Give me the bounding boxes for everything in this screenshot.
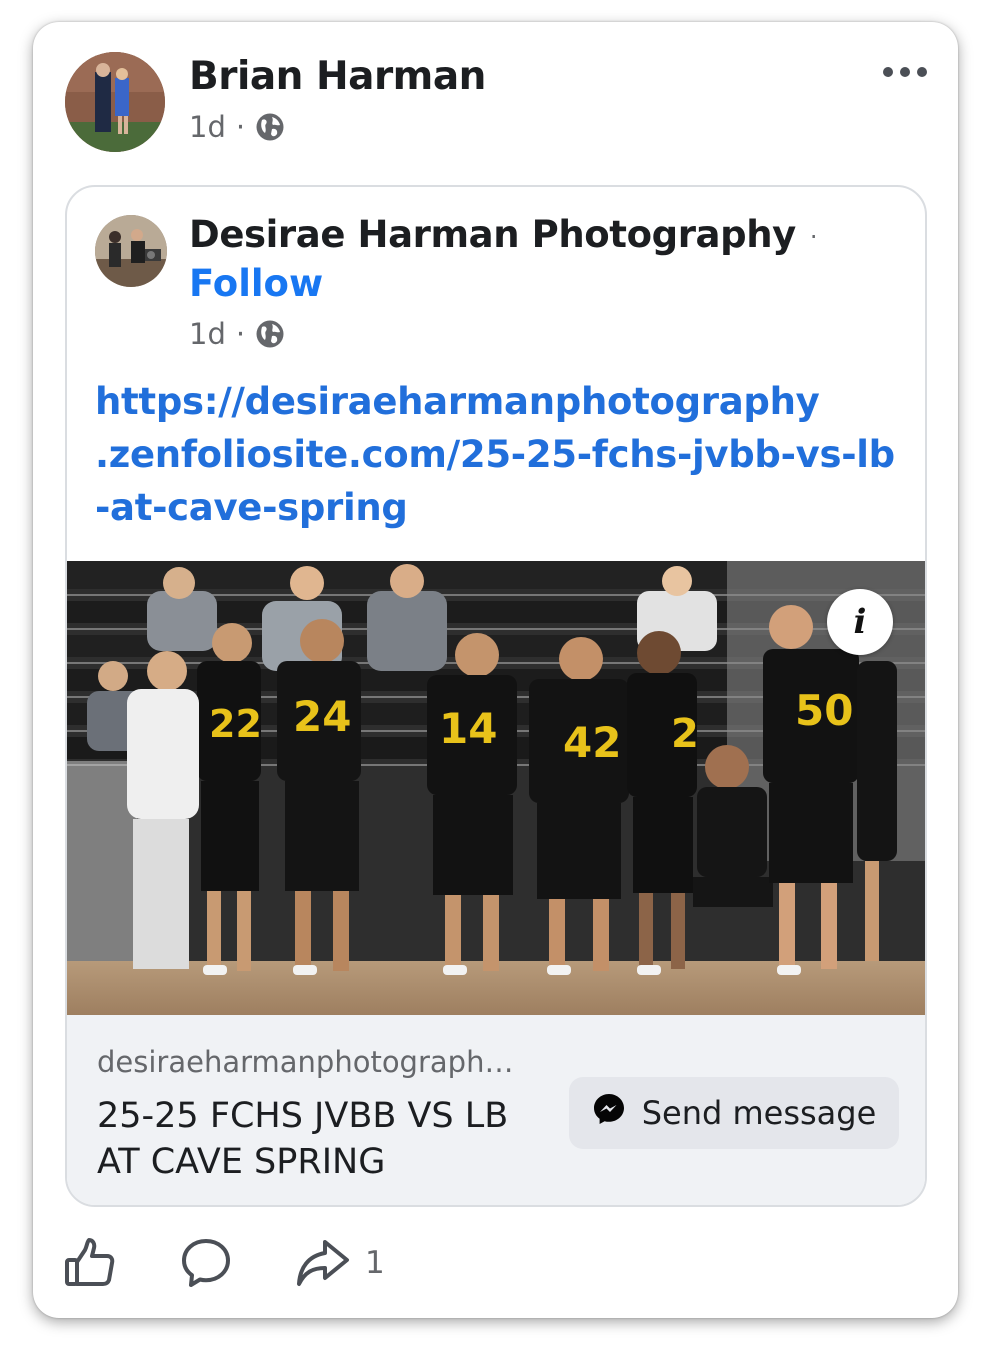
shared-post-time[interactable]: 1d bbox=[189, 317, 226, 351]
meta-separator: · bbox=[235, 110, 246, 144]
post-meta: 1d · bbox=[189, 110, 285, 144]
comment-button[interactable] bbox=[179, 1236, 233, 1290]
preview-title-line: 25-25 FCHS JVBB VS LB bbox=[97, 1096, 509, 1136]
send-message-label: Send message bbox=[641, 1094, 877, 1132]
preview-domain: desiraeharmanphotograph… bbox=[97, 1045, 514, 1079]
post-card: Brian Harman 1d · Desirae Harman Photogr… bbox=[33, 22, 958, 1318]
jersey-number: 14 bbox=[439, 704, 497, 753]
meta-separator: · bbox=[235, 317, 246, 351]
shared-post-meta: 1d · bbox=[189, 317, 285, 351]
shared-post: Desirae Harman Photography · Follow 1d · … bbox=[65, 185, 927, 1207]
preview-title: 25-25 FCHS JVBB VS LB AT CAVE SPRING bbox=[97, 1093, 557, 1185]
link-line[interactable]: -at-cave-spring bbox=[95, 481, 905, 534]
name-separator: · bbox=[809, 222, 818, 251]
page-avatar[interactable] bbox=[95, 215, 167, 287]
more-options-button[interactable] bbox=[878, 60, 932, 84]
jersey-number: 42 bbox=[563, 718, 621, 767]
like-button[interactable] bbox=[63, 1236, 117, 1290]
post-actions: 1 bbox=[63, 1236, 385, 1290]
author-avatar[interactable] bbox=[65, 52, 165, 152]
follow-button[interactable]: Follow bbox=[189, 262, 323, 305]
globe-icon bbox=[255, 112, 285, 142]
messenger-icon bbox=[592, 1092, 626, 1134]
jersey-number: 22 bbox=[209, 702, 262, 746]
link-line[interactable]: .zenfoliosite.com/25-25-fchs-jvbb-vs-lb bbox=[95, 428, 905, 481]
post-link[interactable]: https://desiraeharmanphotography .zenfol… bbox=[95, 375, 905, 534]
globe-icon bbox=[255, 319, 285, 349]
more-dot bbox=[900, 67, 910, 77]
post-time[interactable]: 1d bbox=[189, 110, 226, 144]
page-name-text[interactable]: Desirae Harman Photography bbox=[189, 213, 796, 256]
page-name[interactable]: Desirae Harman Photography · bbox=[189, 213, 818, 256]
link-line[interactable]: https://desiraeharmanphotography bbox=[95, 375, 905, 428]
thumbs-up-icon bbox=[63, 1236, 117, 1290]
jersey-number: 50 bbox=[795, 686, 853, 735]
share-count: 1 bbox=[365, 1245, 385, 1281]
send-message-button[interactable]: Send message bbox=[569, 1077, 899, 1149]
jersey-number: 24 bbox=[293, 692, 351, 741]
share-button[interactable]: 1 bbox=[295, 1236, 385, 1290]
preview-title-line: AT CAVE SPRING bbox=[97, 1142, 386, 1182]
author-name[interactable]: Brian Harman bbox=[189, 54, 486, 99]
more-dot bbox=[883, 67, 893, 77]
comment-icon bbox=[179, 1236, 233, 1290]
team-huddle-photo: 22 24 14 42 2 50 bbox=[67, 561, 925, 1015]
share-icon bbox=[295, 1236, 351, 1290]
link-preview-photo[interactable]: 22 24 14 42 2 50 i bbox=[67, 561, 925, 1015]
jersey-number: 2 bbox=[671, 711, 699, 757]
more-dot bbox=[917, 67, 927, 77]
info-button[interactable]: i bbox=[827, 589, 893, 655]
link-preview-footer[interactable]: desiraeharmanphotograph… 25-25 FCHS JVBB… bbox=[67, 1015, 925, 1205]
